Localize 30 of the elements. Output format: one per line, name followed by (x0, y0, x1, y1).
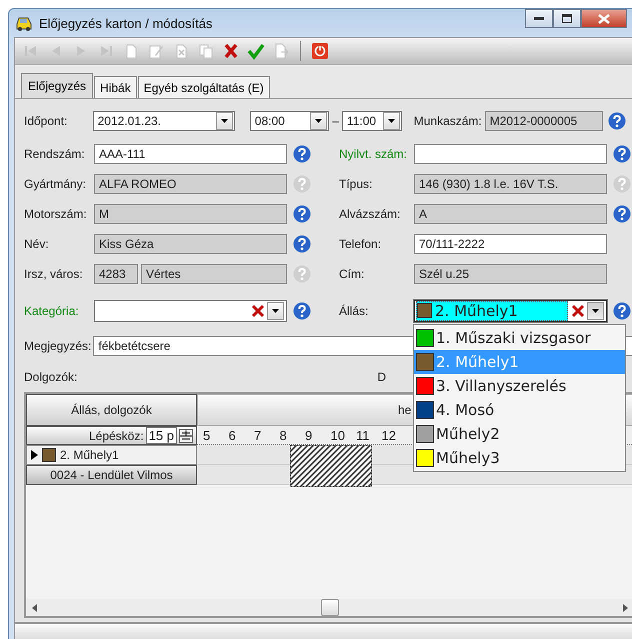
field-label: Gyártmány: (24, 176, 88, 190)
field-label: Állás: (339, 304, 370, 318)
window-title: Előjegyzés karton / módosítás (39, 16, 212, 30)
station-name: 2. Műhely1 (60, 448, 119, 462)
field-label: Típus: (339, 176, 374, 190)
hour-tick: 11 (356, 427, 370, 444)
field-label: Megjegyzés: (24, 338, 92, 352)
field-label: Munkaszám: (414, 114, 482, 128)
field-label: Cím: (339, 266, 366, 280)
hour-tick: 6 (228, 427, 237, 444)
hour-tick: 7 (254, 427, 262, 444)
field-label: Motorszám: (24, 206, 88, 220)
section-label: D (377, 370, 386, 386)
field-label: Kategória: (24, 304, 80, 318)
field-label: Rendszám: (24, 146, 86, 160)
range-dash: – (332, 114, 339, 128)
field-label: Irsz, város: (24, 266, 84, 280)
section-label: Dolgozók: (24, 370, 78, 386)
field-label: Időpont: (24, 114, 68, 128)
hour-tick: 8 (280, 427, 288, 444)
field-label: Alvázszám: (339, 206, 402, 220)
hour-tick: 10 (330, 427, 346, 444)
field-label: Nyilvt. szám: (339, 146, 408, 160)
combo-value: 2. Műhely1 (416, 300, 568, 320)
step-label: Lépésköz: (88, 428, 144, 442)
hour-tick: 9 (305, 427, 314, 444)
field-label: Telefon: (339, 236, 382, 250)
hour-tick: 5 (203, 427, 212, 444)
field-label: Név: (24, 236, 50, 250)
hour-tick: 12 (382, 427, 397, 444)
